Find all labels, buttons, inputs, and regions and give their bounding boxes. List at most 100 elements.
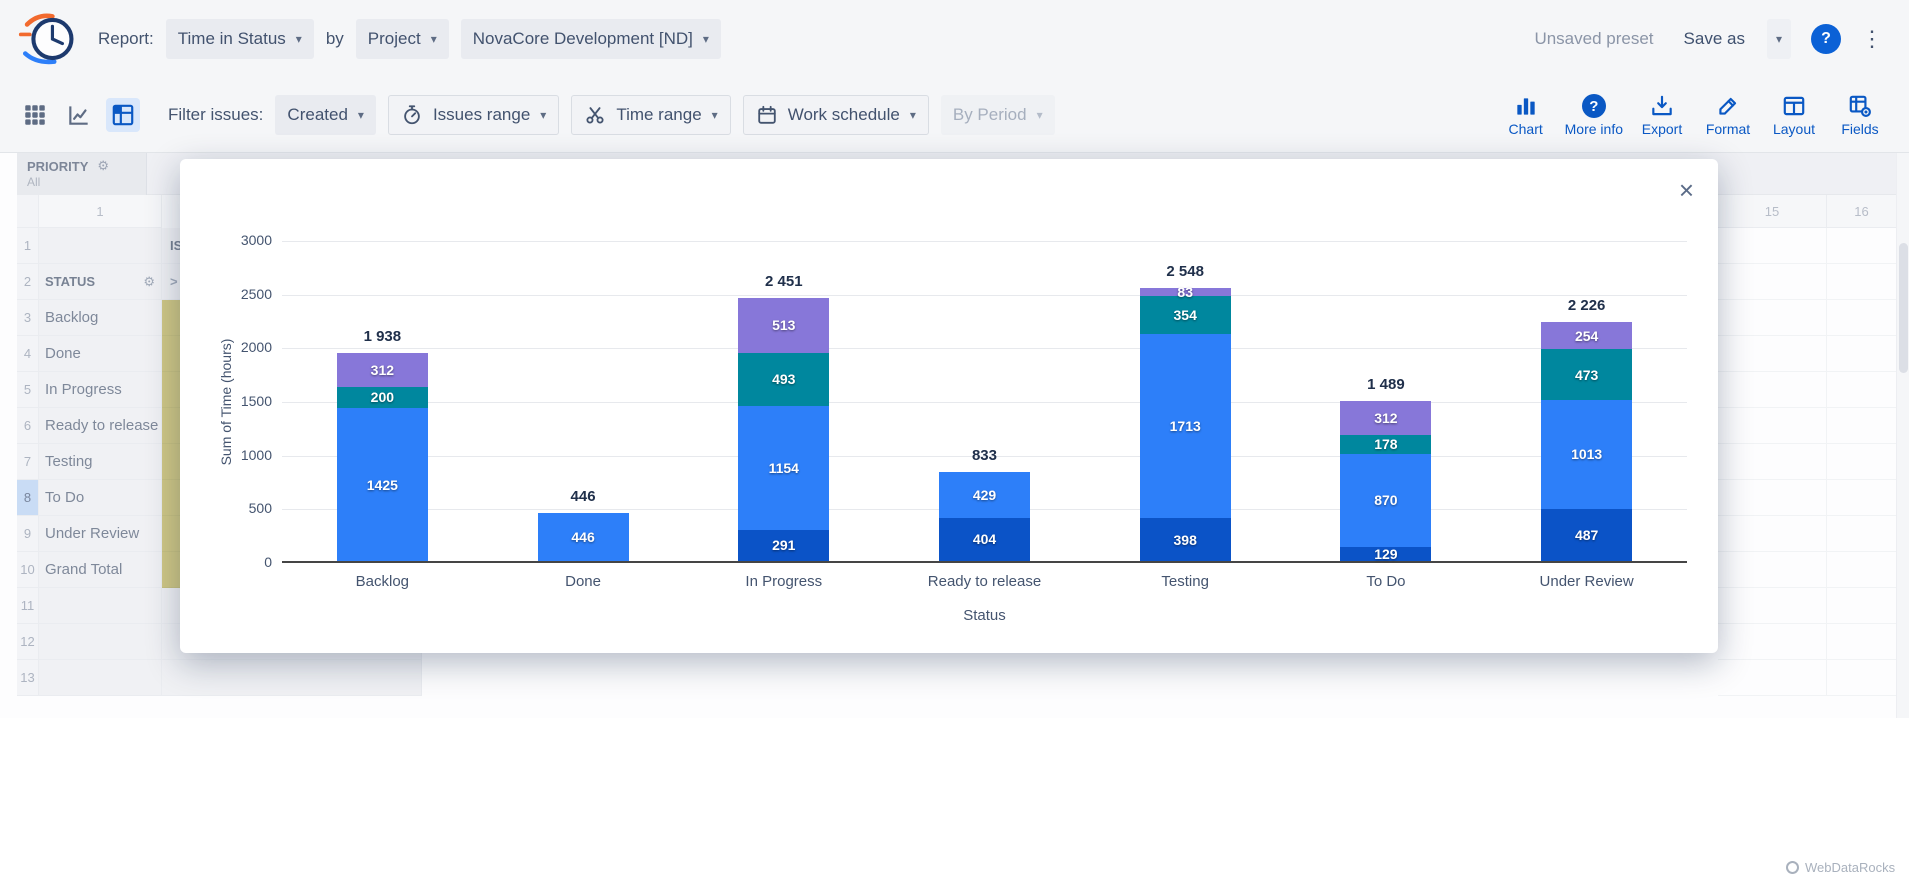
data-cell[interactable] <box>1718 300 1827 336</box>
close-icon[interactable]: × <box>1679 177 1694 203</box>
bar-segment[interactable]: 429 <box>939 472 1030 518</box>
row-number[interactable]: 13 <box>17 660 39 696</box>
status-cell[interactable] <box>39 660 162 696</box>
toolbar-action-more-info[interactable]: ? More info <box>1561 91 1627 139</box>
status-cell[interactable]: In Progress <box>39 372 162 408</box>
data-cell[interactable] <box>1827 372 1896 408</box>
save-as-button[interactable]: Save as <box>1674 20 1755 58</box>
bar-segment[interactable]: 398 <box>1140 518 1231 561</box>
bar-segment[interactable]: 446 <box>538 513 629 561</box>
bar-segment[interactable]: 312 <box>337 353 428 386</box>
watermark-link[interactable]: WebDataRocks <box>1786 860 1895 875</box>
data-cell[interactable] <box>1718 624 1827 660</box>
expander-icon[interactable]: > <box>170 274 178 289</box>
group-by-dropdown[interactable]: Project ▾ <box>356 19 449 59</box>
grid-view-button[interactable] <box>18 98 52 132</box>
status-cell[interactable] <box>39 624 162 660</box>
row-number[interactable]: 9 <box>17 516 39 552</box>
toolbar-action-fields[interactable]: Fields <box>1829 91 1891 139</box>
status-cell[interactable]: Ready to release <box>39 408 162 444</box>
row-number[interactable]: 5 <box>17 372 39 408</box>
row-number[interactable]: 3 <box>17 300 39 336</box>
data-cell[interactable] <box>1718 444 1827 480</box>
bar-segment[interactable]: 870 <box>1340 454 1431 547</box>
data-cell[interactable] <box>162 660 422 696</box>
data-cell[interactable] <box>1718 336 1827 372</box>
data-cell[interactable] <box>1827 264 1896 300</box>
toolbar-action-export[interactable]: Export <box>1631 91 1693 139</box>
status-cell[interactable] <box>39 228 162 264</box>
data-cell[interactable] <box>1718 516 1827 552</box>
vertical-scrollbar[interactable] <box>1896 153 1909 718</box>
row-number[interactable]: 4 <box>17 336 39 372</box>
data-cell[interactable] <box>1827 516 1896 552</box>
help-button[interactable]: ? <box>1811 24 1841 54</box>
bar-segment[interactable]: 312 <box>1340 401 1431 434</box>
row-number[interactable]: 6 <box>17 408 39 444</box>
issues-range-dropdown[interactable]: Issues range ▾ <box>388 95 559 135</box>
pivot-view-button[interactable] <box>106 98 140 132</box>
time-range-dropdown[interactable]: Time range ▾ <box>571 95 730 135</box>
data-cell[interactable] <box>1718 552 1827 588</box>
row-number[interactable]: 2 <box>17 264 39 300</box>
bar-segment[interactable]: 254 <box>1541 322 1632 349</box>
data-cell[interactable] <box>1718 264 1827 300</box>
data-cell[interactable] <box>1827 624 1896 660</box>
data-cell[interactable] <box>1827 660 1896 696</box>
row-number[interactable]: 10 <box>17 552 39 588</box>
report-type-dropdown[interactable]: Time in Status ▾ <box>166 19 314 59</box>
bar-segment[interactable]: 513 <box>738 298 829 353</box>
data-cell[interactable] <box>1827 480 1896 516</box>
gear-icon[interactable]: ⚙ <box>143 274 155 290</box>
bar-segment[interactable]: 354 <box>1140 296 1231 334</box>
status-cell[interactable]: Done <box>39 336 162 372</box>
scrollbar-thumb[interactable] <box>1899 243 1908 373</box>
bar-segment[interactable]: 1154 <box>738 406 829 530</box>
bar-segment[interactable]: 178 <box>1340 435 1431 454</box>
data-cell[interactable] <box>1718 660 1827 696</box>
bar-segment[interactable]: 83 <box>1140 288 1231 297</box>
row-number[interactable]: 12 <box>17 624 39 660</box>
data-cell[interactable] <box>1827 408 1896 444</box>
filter-issues-dropdown[interactable]: Created ▾ <box>275 95 376 135</box>
bar-segment[interactable]: 129 <box>1340 547 1431 561</box>
data-cell[interactable] <box>1718 228 1827 264</box>
data-cell[interactable] <box>1718 372 1827 408</box>
work-schedule-dropdown[interactable]: Work schedule ▾ <box>743 95 929 135</box>
status-cell[interactable] <box>39 588 162 624</box>
row-number[interactable]: 11 <box>17 588 39 624</box>
data-cell[interactable] <box>1827 336 1896 372</box>
row-number[interactable]: 8 <box>17 480 39 516</box>
bar-segment[interactable]: 404 <box>939 518 1030 561</box>
data-cell[interactable] <box>1718 480 1827 516</box>
bar-segment[interactable]: 1425 <box>337 408 428 561</box>
data-cell[interactable] <box>1718 408 1827 444</box>
row-number[interactable]: 7 <box>17 444 39 480</box>
bar-segment[interactable]: 493 <box>738 353 829 406</box>
status-cell[interactable]: Grand Total <box>39 552 162 588</box>
toolbar-action-layout[interactable]: Layout <box>1763 91 1825 139</box>
bar-segment[interactable]: 1713 <box>1140 334 1231 518</box>
data-cell[interactable] <box>1718 588 1827 624</box>
data-cell[interactable] <box>1827 588 1896 624</box>
status-cell[interactable]: Testing <box>39 444 162 480</box>
status-cell[interactable]: Under Review <box>39 516 162 552</box>
bar-segment[interactable]: 487 <box>1541 509 1632 561</box>
save-as-menu-button[interactable]: ▾ <box>1767 19 1791 59</box>
bar-segment[interactable]: 291 <box>738 530 829 561</box>
bar-segment[interactable]: 473 <box>1541 349 1632 400</box>
data-cell[interactable] <box>1827 228 1896 264</box>
row-number[interactable]: 1 <box>17 228 39 264</box>
bar-segment[interactable]: 200 <box>337 387 428 408</box>
project-dropdown[interactable]: NovaCore Development [ND] ▾ <box>461 19 721 59</box>
data-cell[interactable] <box>1827 300 1896 336</box>
data-cell[interactable] <box>1827 552 1896 588</box>
data-cell[interactable] <box>1827 444 1896 480</box>
status-cell[interactable]: STATUS⚙ <box>39 264 162 300</box>
bar-segment[interactable]: 1013 <box>1541 400 1632 509</box>
toolbar-action-format[interactable]: Format <box>1697 91 1759 139</box>
toolbar-action-chart[interactable]: Chart <box>1495 91 1557 139</box>
status-cell[interactable]: To Do <box>39 480 162 516</box>
more-menu-button[interactable]: ⋮ <box>1853 22 1891 56</box>
line-chart-view-button[interactable] <box>62 98 96 132</box>
